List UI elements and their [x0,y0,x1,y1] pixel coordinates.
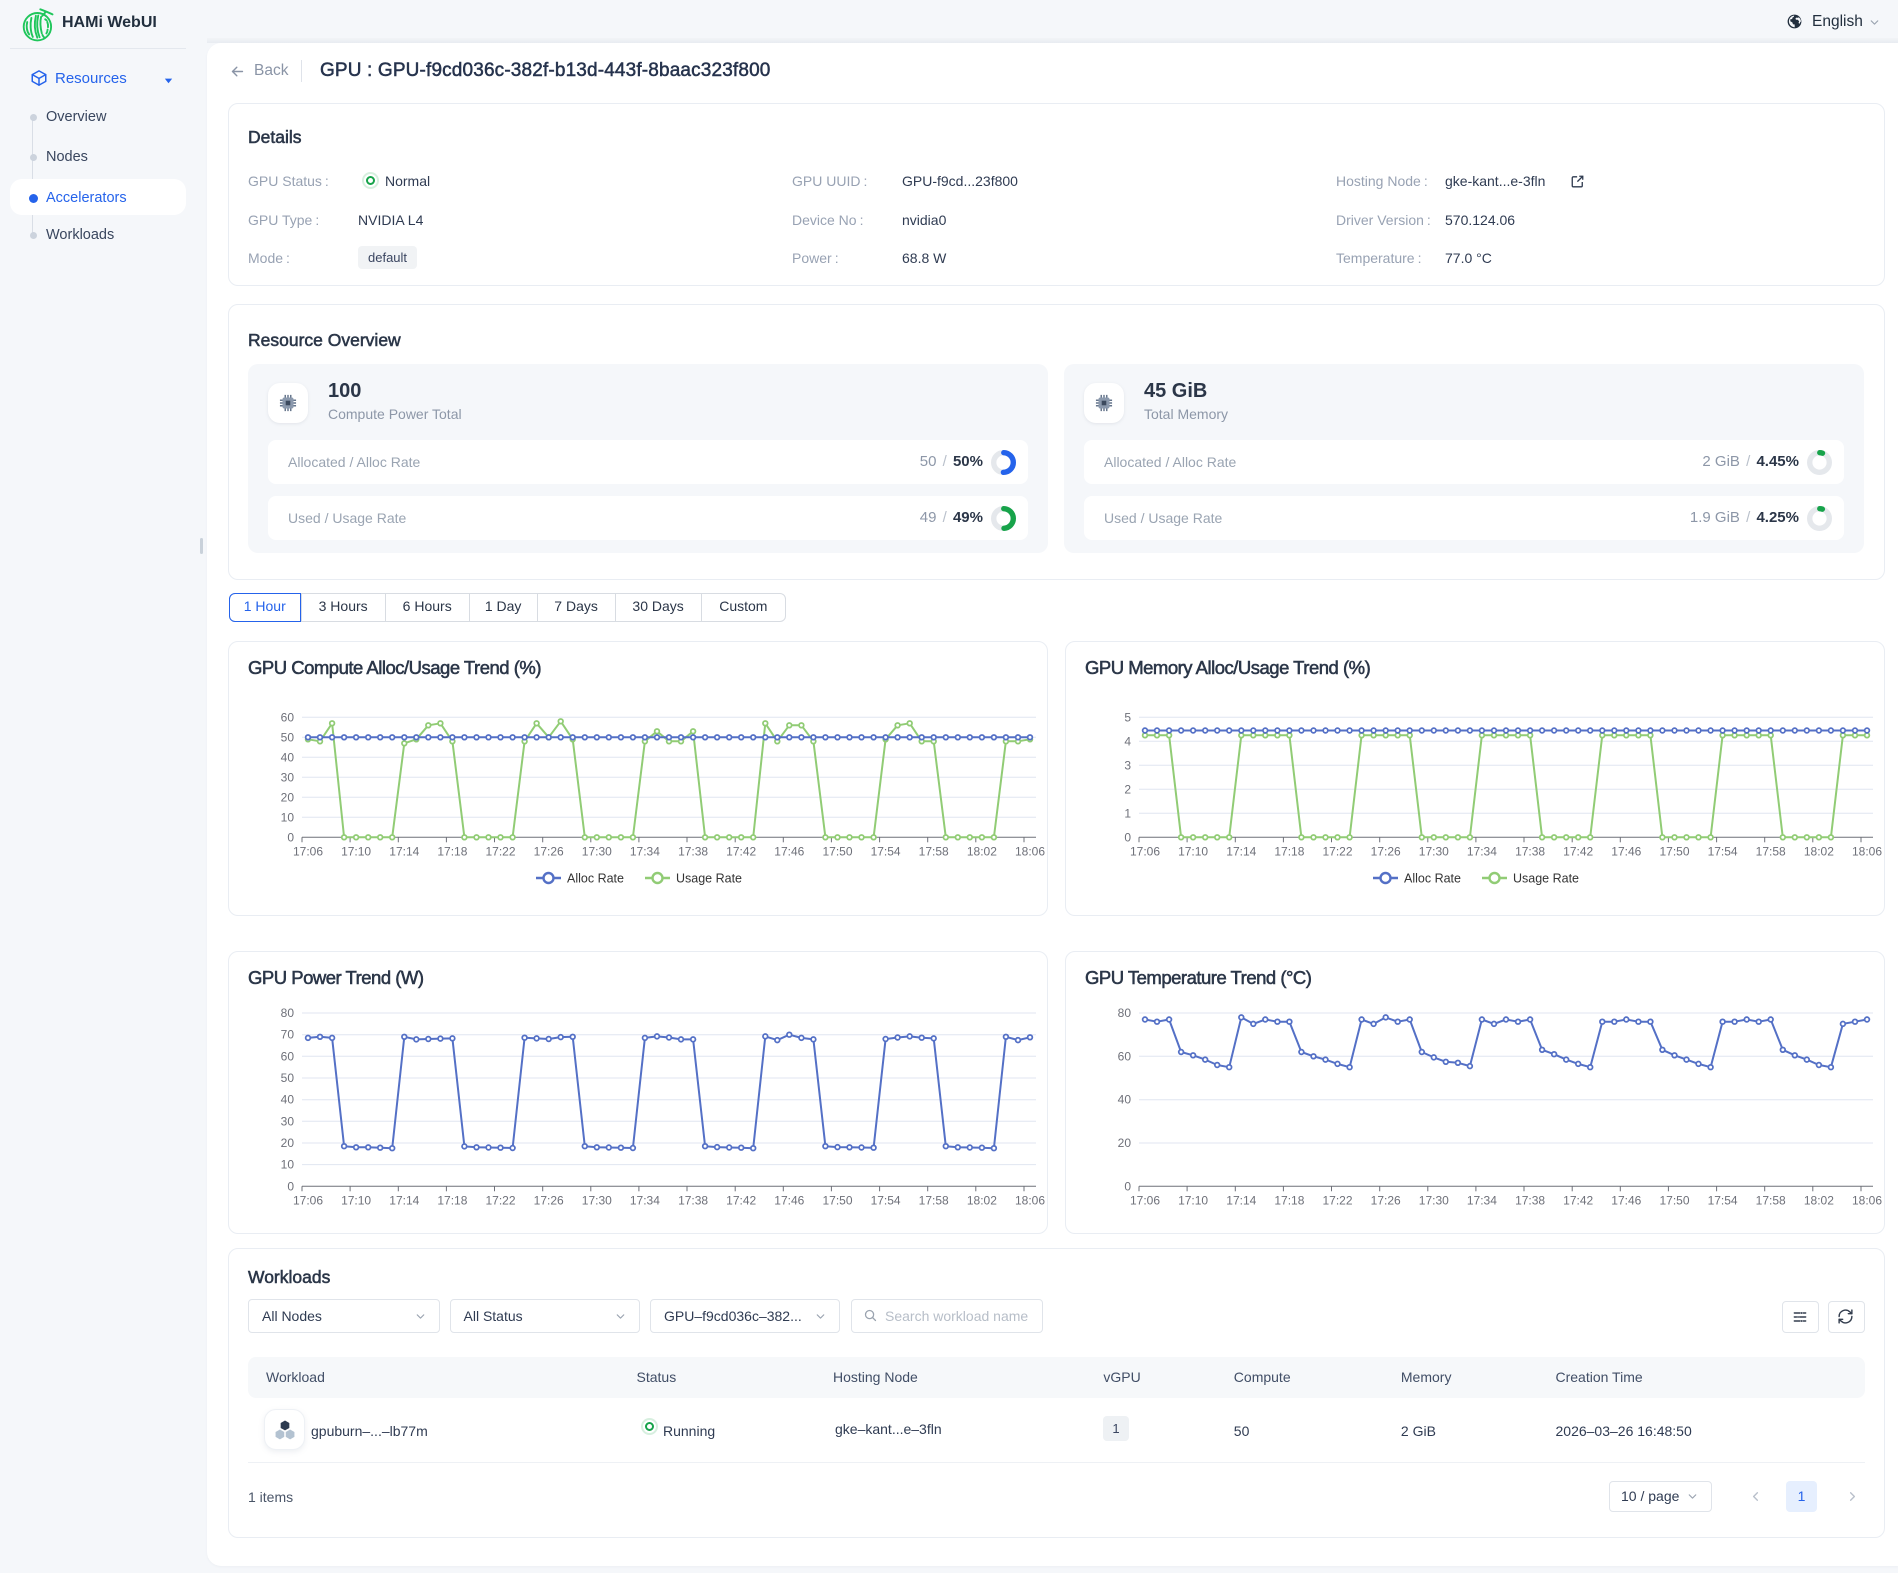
svg-text:17:42: 17:42 [726,1193,756,1207]
svg-text:4: 4 [1124,734,1131,748]
svg-text:17:58: 17:58 [919,844,949,858]
svg-text:10: 10 [281,1158,295,1172]
svg-text:17:22: 17:22 [1322,844,1352,858]
svg-text:17:50: 17:50 [1659,844,1689,858]
svg-text:Alloc Rate: Alloc Rate [567,872,624,886]
svg-text:2: 2 [1124,782,1131,796]
svg-text:17:10: 17:10 [341,1193,371,1207]
svg-text:17:14: 17:14 [389,1193,419,1207]
svg-text:17:30: 17:30 [1419,844,1449,858]
svg-text:17:18: 17:18 [437,844,467,858]
svg-text:0: 0 [287,830,294,844]
svg-text:17:26: 17:26 [1371,844,1401,858]
svg-text:17:42: 17:42 [1563,844,1593,858]
svg-text:17:50: 17:50 [822,1193,852,1207]
svg-text:18:06: 18:06 [1015,1193,1045,1207]
svg-text:18:02: 18:02 [1804,844,1834,858]
svg-text:17:18: 17:18 [1274,1193,1304,1207]
svg-text:17:38: 17:38 [678,1193,708,1207]
svg-text:Alloc Rate: Alloc Rate [1404,872,1461,886]
svg-text:17:10: 17:10 [1178,1193,1208,1207]
svg-text:17:54: 17:54 [871,1193,901,1207]
svg-text:1: 1 [1124,806,1131,820]
svg-text:17:46: 17:46 [1611,844,1641,858]
svg-text:17:38: 17:38 [1515,844,1545,858]
svg-text:17:38: 17:38 [1515,1193,1545,1207]
svg-text:17:14: 17:14 [1226,844,1256,858]
svg-text:17:26: 17:26 [534,844,564,858]
svg-text:18:06: 18:06 [1015,844,1045,858]
svg-text:40: 40 [281,750,295,764]
svg-text:17:42: 17:42 [1563,1193,1593,1207]
svg-text:18:06: 18:06 [1852,844,1882,858]
svg-text:17:54: 17:54 [1708,1193,1738,1207]
svg-text:17:06: 17:06 [293,844,323,858]
svg-text:0: 0 [1124,1179,1131,1193]
svg-text:70: 70 [281,1028,295,1042]
svg-text:17:30: 17:30 [1419,1193,1449,1207]
svg-text:10: 10 [281,810,295,824]
svg-text:60: 60 [1118,1049,1132,1063]
svg-text:17:18: 17:18 [1274,844,1304,858]
svg-text:18:02: 18:02 [1804,1193,1834,1207]
svg-text:17:34: 17:34 [1467,844,1497,858]
svg-text:40: 40 [1118,1093,1132,1107]
svg-text:Usage Rate: Usage Rate [1513,872,1579,886]
svg-text:17:50: 17:50 [1659,1193,1689,1207]
svg-text:17:50: 17:50 [822,844,852,858]
svg-text:17:14: 17:14 [1226,1193,1256,1207]
svg-text:17:58: 17:58 [1756,1193,1786,1207]
svg-text:18:02: 18:02 [967,1193,997,1207]
svg-text:60: 60 [281,1049,295,1063]
svg-text:17:30: 17:30 [582,1193,612,1207]
svg-text:17:18: 17:18 [437,1193,467,1207]
svg-text:80: 80 [281,1006,295,1020]
svg-text:17:34: 17:34 [1467,1193,1497,1207]
svg-text:17:54: 17:54 [871,844,901,858]
svg-text:17:26: 17:26 [1371,1193,1401,1207]
svg-text:17:46: 17:46 [774,844,804,858]
svg-text:17:22: 17:22 [1322,1193,1352,1207]
svg-text:18:06: 18:06 [1852,1193,1882,1207]
svg-text:17:38: 17:38 [678,844,708,858]
svg-text:30: 30 [281,770,295,784]
svg-text:5: 5 [1124,710,1131,724]
svg-text:17:58: 17:58 [1756,844,1786,858]
svg-text:Usage Rate: Usage Rate [676,872,742,886]
svg-text:17:14: 17:14 [389,844,419,858]
svg-text:17:10: 17:10 [1178,844,1208,858]
svg-text:40: 40 [281,1093,295,1107]
svg-text:17:22: 17:22 [485,1193,515,1207]
svg-text:50: 50 [281,730,295,744]
svg-text:18:02: 18:02 [967,844,997,858]
svg-text:17:54: 17:54 [1708,844,1738,858]
svg-text:30: 30 [281,1114,295,1128]
svg-text:17:06: 17:06 [1130,1193,1160,1207]
svg-text:17:34: 17:34 [630,1193,660,1207]
svg-text:80: 80 [1118,1006,1132,1020]
svg-text:0: 0 [287,1179,294,1193]
svg-text:60: 60 [281,710,295,724]
svg-text:17:30: 17:30 [582,844,612,858]
svg-text:0: 0 [1124,830,1131,844]
svg-text:17:10: 17:10 [341,844,371,858]
svg-text:17:46: 17:46 [774,1193,804,1207]
svg-text:20: 20 [281,1136,295,1150]
svg-text:17:06: 17:06 [293,1193,323,1207]
svg-text:17:58: 17:58 [919,1193,949,1207]
svg-text:17:06: 17:06 [1130,844,1160,858]
svg-text:17:26: 17:26 [534,1193,564,1207]
svg-text:17:22: 17:22 [485,844,515,858]
svg-text:17:34: 17:34 [630,844,660,858]
svg-text:20: 20 [281,790,295,804]
svg-text:20: 20 [1118,1136,1132,1150]
svg-text:17:46: 17:46 [1611,1193,1641,1207]
svg-text:17:42: 17:42 [726,844,756,858]
svg-text:50: 50 [281,1071,295,1085]
svg-text:3: 3 [1124,758,1131,772]
